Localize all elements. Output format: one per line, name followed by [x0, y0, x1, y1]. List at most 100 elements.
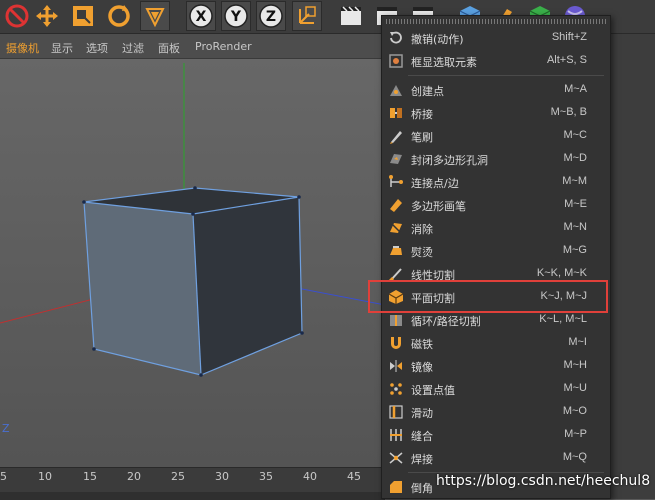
menu-item-shortcut: M~P — [564, 428, 587, 440]
weld-icon — [387, 449, 405, 467]
menu-item-label: 镜像 — [411, 361, 433, 374]
move-icon[interactable] — [32, 1, 62, 31]
slide-icon — [387, 403, 405, 421]
z-axis-lock-icon[interactable]: Z — [256, 1, 286, 31]
menu-item-mirror[interactable]: 镜像 M~H — [383, 355, 609, 377]
menu-item-label: 循环/路径切割 — [411, 315, 481, 328]
3d-viewport[interactable]: Z — [0, 59, 385, 467]
model-mode-icon[interactable] — [140, 1, 170, 31]
viewport-menu-camera[interactable]: 摄像机 — [6, 40, 39, 56]
viewport-menu-options[interactable]: 选项 — [86, 40, 108, 56]
cube-side-face — [193, 197, 302, 375]
menu-item-shortcut: K~L, M~L — [539, 313, 587, 325]
menu-item-undo-action[interactable]: 撤销(动作) Shift+Z — [383, 27, 609, 49]
menu-item-slide[interactable]: 滑动 M~O — [383, 401, 609, 423]
menu-item-label: 缝合 — [411, 430, 433, 443]
menu-item-close-polygon-hole[interactable]: 封闭多边形孔洞 M~D — [383, 148, 609, 170]
menu-item-label: 倒角 — [411, 482, 433, 495]
brush-icon — [387, 127, 405, 145]
menu-item-shortcut: M~H — [563, 359, 587, 371]
menu-item-connect-points-edges[interactable]: 连接点/边 M~M — [383, 171, 609, 193]
viewport-menubar: 摄像机 显示 选项 过滤 面板 ProRender — [0, 34, 385, 59]
frame-selected-icon — [387, 52, 405, 70]
magnet-icon — [387, 334, 405, 352]
timeline-tick: 20 — [127, 470, 141, 483]
menu-item-shortcut: M~M — [562, 175, 587, 187]
scale-icon[interactable] — [68, 1, 98, 31]
x-axis-label: X — [196, 9, 207, 25]
menu-item-shortcut: M~I — [568, 336, 587, 348]
dissolve-icon — [387, 219, 405, 237]
menu-item-shortcut: M~B, B — [550, 106, 587, 118]
close-polygon-hole-icon — [387, 150, 405, 168]
menu-item-label: 滑动 — [411, 407, 433, 420]
menu-item-label: 创建点 — [411, 85, 444, 98]
menu-item-label: 消除 — [411, 223, 433, 236]
menu-item-label: 桥接 — [411, 108, 433, 121]
menu-item-polygon-pen[interactable]: 多边形画笔 M~E — [383, 194, 609, 216]
menu-item-stitch[interactable]: 缝合 M~P — [383, 424, 609, 446]
y-axis-lock-icon[interactable]: Y — [221, 1, 251, 31]
z-axis-label: Z — [266, 9, 276, 25]
viewport-menu-prorender[interactable]: ProRender — [195, 40, 252, 53]
menu-tear-off-handle[interactable] — [386, 19, 606, 24]
undo-action-icon — [387, 29, 405, 47]
set-point-value-icon — [387, 380, 405, 398]
cube-front-face — [84, 202, 201, 375]
menu-item-bridge[interactable]: 桥接 M~B, B — [383, 102, 609, 124]
menu-item-dissolve[interactable]: 消除 M~N — [383, 217, 609, 239]
z-axis-indicator: Z — [2, 422, 10, 435]
timeline-tick: 40 — [303, 470, 317, 483]
menu-separator — [408, 75, 604, 76]
menu-item-shortcut: M~O — [562, 405, 587, 417]
mesh-context-menu: 撤销(动作) Shift+Z 框显选取元素 Alt+S, S 创建点 M~A 桥… — [381, 15, 611, 499]
menu-item-label: 笔刷 — [411, 131, 433, 144]
menu-item-shortcut: M~Q — [562, 451, 587, 463]
viewport-menu-filter[interactable]: 过滤 — [122, 40, 144, 56]
y-axis-label: Y — [230, 9, 242, 25]
iron-icon — [387, 242, 405, 260]
menu-item-shortcut: M~D — [563, 152, 587, 164]
timeline-tick: 30 — [215, 470, 229, 483]
timeline-tick: 10 — [38, 470, 52, 483]
menu-item-create-point[interactable]: 创建点 M~A — [383, 79, 609, 101]
menu-item-weld[interactable]: 焊接 M~Q — [383, 447, 609, 469]
timeline-tick: 15 — [83, 470, 97, 483]
menu-item-shortcut: M~E — [564, 198, 587, 210]
undo-icon[interactable] — [2, 1, 32, 31]
timeline-tick: 45 — [347, 470, 361, 483]
menu-item-label: 设置点值 — [411, 384, 455, 397]
coordinate-system-icon[interactable] — [292, 1, 322, 31]
timeline-tick: 25 — [171, 470, 185, 483]
menu-item-iron[interactable]: 熨烫 M~G — [383, 240, 609, 262]
viewport-menu-panel[interactable]: 面板 — [158, 40, 180, 56]
menu-item-label: 连接点/边 — [411, 177, 459, 190]
viewport-menu-display[interactable]: 显示 — [51, 40, 73, 56]
menu-item-shortcut: M~U — [563, 382, 587, 394]
menu-item-brush[interactable]: 笔刷 M~C — [383, 125, 609, 147]
bridge-icon — [387, 104, 405, 122]
render-view-icon[interactable] — [336, 1, 366, 31]
menu-item-frame-selected[interactable]: 框显选取元素 Alt+S, S — [383, 50, 609, 72]
menu-item-shortcut: M~N — [563, 221, 587, 233]
menu-item-label: 框显选取元素 — [411, 56, 477, 69]
right-panel-edge — [611, 34, 655, 499]
menu-item-label: 磁铁 — [411, 338, 433, 351]
x-axis-lock-icon[interactable]: X — [186, 1, 216, 31]
stitch-icon — [387, 426, 405, 444]
menu-item-label: 焊接 — [411, 453, 433, 466]
bevel-icon — [387, 478, 405, 496]
timeline-ruler[interactable]: 5 10 15 20 25 30 35 40 45 — [0, 467, 385, 500]
rotate-icon[interactable] — [104, 1, 134, 31]
menu-item-label: 撤销(动作) — [411, 33, 464, 46]
viewport-scene — [0, 63, 385, 377]
menu-item-set-point-value[interactable]: 设置点值 M~U — [383, 378, 609, 400]
menu-item-shortcut: K~K, M~K — [536, 267, 587, 279]
menu-item-shortcut: Shift+Z — [551, 31, 587, 43]
menu-item-shortcut: Alt+S, S — [546, 54, 587, 66]
create-point-icon — [387, 81, 405, 99]
menu-item-shortcut: M~C — [563, 129, 587, 141]
timeline-tick: 5 — [0, 470, 7, 483]
menu-item-shortcut: M~G — [562, 244, 587, 256]
menu-item-magnet[interactable]: 磁铁 M~I — [383, 332, 609, 354]
